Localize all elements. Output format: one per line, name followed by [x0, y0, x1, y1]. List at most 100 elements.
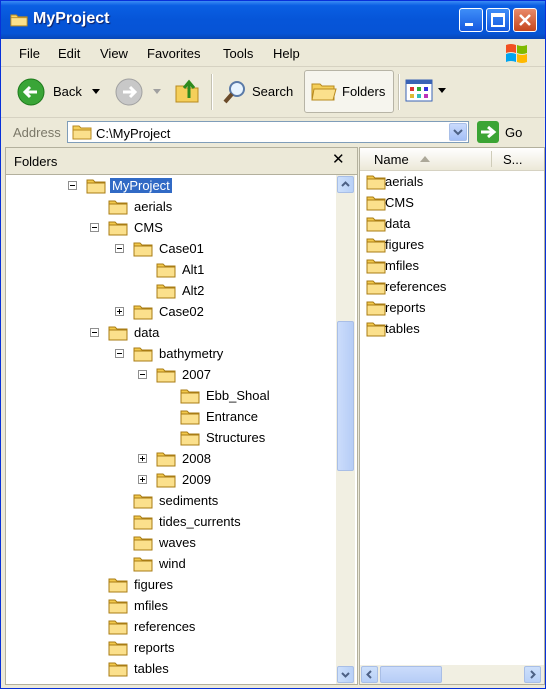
list-item-label: mfiles [385, 258, 419, 273]
tree-item-label: MyProject [110, 178, 172, 193]
search-button[interactable]: Search [219, 76, 297, 108]
menu-tools[interactable]: Tools [223, 46, 253, 61]
vertical-scrollbar[interactable] [336, 175, 355, 684]
title-bar[interactable]: MyProject [1, 1, 545, 39]
folder-icon [72, 125, 92, 140]
folder-icon [156, 263, 176, 278]
list-item-label: tables [385, 321, 420, 336]
collapse-minus-icon[interactable] [68, 181, 77, 190]
tree-item-label: sediments [159, 493, 219, 508]
list-item-label: figures [385, 237, 425, 252]
menu-view[interactable]: View [100, 46, 128, 61]
folder-icon [108, 200, 128, 215]
folder-icon [156, 473, 176, 488]
menu-bar: File Edit View Favorites Tools Help [1, 39, 545, 67]
address-input[interactable]: C:\MyProject [67, 121, 469, 143]
chevron-up-icon [341, 181, 350, 187]
menu-help[interactable]: Help [273, 46, 300, 61]
views-grid-icon [405, 79, 433, 102]
maximize-button[interactable] [486, 8, 510, 32]
search-label: Search [252, 84, 294, 99]
folder-icon [108, 221, 128, 236]
forward-button[interactable] [113, 76, 165, 108]
address-label: Address [13, 125, 61, 140]
scroll-left-button[interactable] [361, 666, 378, 683]
close-pane-icon[interactable]: ✕ [332, 150, 345, 168]
folder-icon [133, 536, 153, 551]
sort-ascending-icon [420, 156, 430, 162]
folder-icon [366, 301, 386, 316]
collapse-minus-icon[interactable] [115, 349, 124, 358]
list-item-label: reports [385, 300, 426, 315]
tree-item-label: Alt2 [182, 283, 205, 298]
folders-pane: Folders ✕ MyProject aerials CMS Case01 Alt1 A… [5, 147, 358, 685]
column-header: Name S... [360, 148, 544, 171]
folder-icon [108, 662, 128, 677]
menu-file[interactable]: File [19, 46, 40, 61]
folders-label: Folders [342, 84, 386, 99]
expand-plus-icon[interactable] [115, 307, 124, 316]
minimize-button[interactable] [459, 8, 483, 32]
folder-icon [133, 347, 153, 362]
folder-icon [180, 389, 200, 404]
scroll-thumb[interactable] [380, 666, 442, 683]
folder-icon [366, 175, 386, 190]
toolbar: Back Search Folders [1, 67, 545, 118]
scroll-right-button[interactable] [524, 666, 541, 683]
address-value: C:\MyProject [96, 126, 171, 141]
folder-icon [108, 620, 128, 635]
collapse-minus-icon[interactable] [138, 370, 147, 379]
column-name-header[interactable]: Name [374, 152, 409, 167]
collapse-minus-icon[interactable] [115, 244, 124, 253]
column-size-header[interactable]: S... [503, 152, 523, 167]
up-folder-button[interactable] [173, 76, 205, 108]
address-dropdown-button[interactable] [449, 123, 467, 141]
tree-item-label: CMS [134, 220, 163, 235]
folder-icon [108, 641, 128, 656]
folder-icon [133, 557, 153, 572]
back-button[interactable]: Back [15, 76, 103, 108]
maximize-icon [491, 13, 505, 27]
folder-icon [133, 494, 153, 509]
views-button[interactable] [405, 78, 449, 106]
folders-pane-title: Folders [14, 154, 58, 169]
expand-plus-icon[interactable] [138, 475, 147, 484]
go-label[interactable]: Go [505, 125, 522, 140]
tree-item-label: 2007 [182, 367, 211, 382]
folder-icon [133, 305, 153, 320]
tree-item-label: bathymetry [159, 346, 224, 361]
tree-item-label: data [134, 325, 160, 340]
close-button[interactable] [513, 8, 537, 32]
collapse-minus-icon[interactable] [90, 223, 99, 232]
expand-plus-icon[interactable] [138, 454, 147, 463]
back-arrow-icon [17, 78, 45, 106]
scroll-thumb[interactable] [337, 321, 354, 471]
back-label: Back [53, 84, 82, 99]
horizontal-scrollbar[interactable] [360, 665, 544, 684]
tree-item-label: reports [134, 640, 175, 655]
list-item-label: CMS [385, 195, 414, 210]
chevron-down-icon [153, 89, 161, 94]
chevron-down-icon [341, 672, 350, 678]
scroll-down-button[interactable] [337, 666, 354, 683]
list-item-label: data [385, 216, 411, 231]
folders-icon [311, 83, 337, 101]
folder-icon [86, 179, 106, 194]
folders-button[interactable]: Folders [304, 70, 394, 113]
menu-edit[interactable]: Edit [58, 46, 80, 61]
scroll-up-button[interactable] [337, 176, 354, 193]
explorer-window: MyProject File Edit View Favorites Tools… [0, 0, 546, 689]
chevron-right-icon [530, 670, 536, 679]
close-icon [519, 14, 531, 26]
menu-favorites[interactable]: Favorites [147, 46, 200, 61]
search-icon [223, 81, 245, 104]
folder-icon [133, 242, 153, 257]
column-divider[interactable] [491, 151, 492, 167]
list-item-label: references [385, 279, 447, 294]
tree-item-label: Alt1 [182, 262, 205, 277]
folder-icon [108, 326, 128, 341]
go-button[interactable] [477, 121, 499, 143]
collapse-minus-icon[interactable] [90, 328, 99, 337]
tree-item-label: wind [159, 556, 186, 571]
folder-app-icon [10, 14, 28, 27]
